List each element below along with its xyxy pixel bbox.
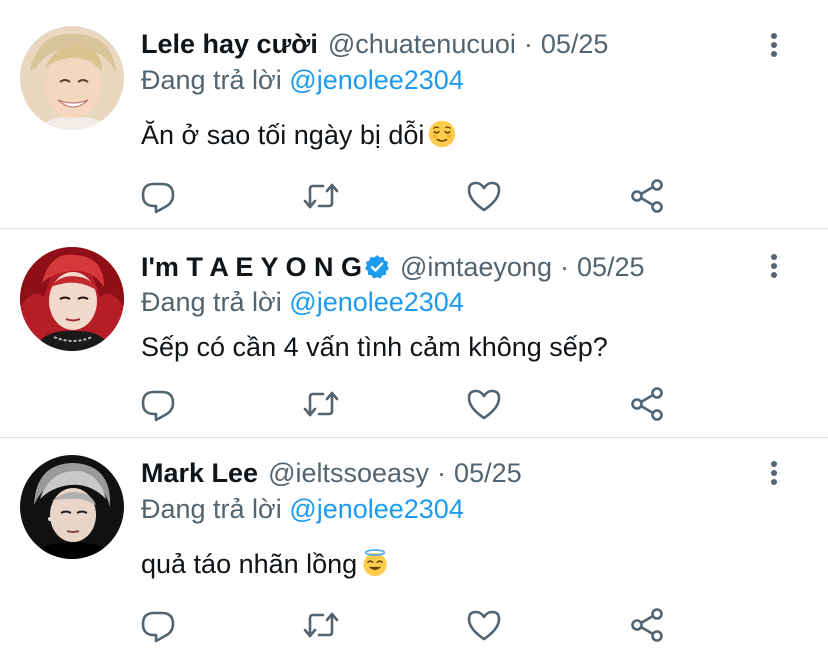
mention-link[interactable]: @jenolee2304	[289, 494, 464, 524]
action-bar	[0, 384, 828, 424]
share-button[interactable]	[627, 384, 667, 424]
retweet-button[interactable]	[301, 176, 341, 216]
replying-to-line: Đang trả lời @jenolee2304	[141, 63, 464, 97]
tweet-date[interactable]: 05/25	[454, 456, 522, 490]
share-icon	[631, 387, 663, 421]
tweet-text-content: Sếp có cần 4 vấn tình cảm không sếp?	[141, 332, 608, 362]
share-icon	[631, 179, 663, 213]
tweet-text: Ăn ở sao tối ngày bị dỗi	[141, 118, 456, 152]
avatar-photo-icon	[20, 247, 124, 351]
share-button[interactable]	[627, 605, 667, 645]
replying-prefix: Đang trả lời	[141, 65, 282, 95]
separator-dot: ·	[523, 29, 533, 59]
action-bar	[0, 605, 828, 645]
replying-prefix: Đang trả lời	[141, 287, 282, 317]
like-button[interactable]	[464, 605, 504, 645]
reply-button[interactable]	[138, 176, 178, 216]
separator-dot: ·	[437, 458, 447, 488]
like-icon	[467, 389, 501, 420]
divider	[0, 437, 828, 438]
tweet-text-content: Ăn ở sao tối ngày bị dỗi	[141, 120, 425, 150]
like-icon	[467, 181, 501, 212]
retweet-icon	[303, 183, 339, 209]
user-handle[interactable]: @chuatenucuoi	[328, 27, 516, 61]
avatar-photo-icon	[20, 26, 124, 130]
avatar[interactable]	[20, 247, 124, 351]
display-name[interactable]: Mark Lee	[141, 456, 258, 490]
tweet-text: quả táo nhãn lồng	[141, 547, 389, 581]
replying-to-line: Đang trả lời @jenolee2304	[141, 285, 464, 319]
divider	[0, 228, 828, 229]
avatar[interactable]	[20, 26, 124, 130]
avatar-photo-icon	[20, 455, 124, 559]
user-handle[interactable]: @imtaeyong	[400, 250, 552, 284]
retweet-icon	[303, 612, 339, 638]
action-bar	[0, 176, 828, 216]
reply-button[interactable]	[138, 384, 178, 424]
user-handle[interactable]: @ieltssoeasy	[268, 456, 429, 490]
more-options-button[interactable]	[764, 458, 784, 488]
avatar[interactable]	[20, 455, 124, 559]
mention-link[interactable]: @jenolee2304	[289, 287, 464, 317]
reply-button[interactable]	[138, 605, 178, 645]
tweet-text-content: quả táo nhãn lồng	[141, 549, 358, 579]
share-icon	[631, 608, 663, 642]
relieved-face-icon	[429, 120, 456, 148]
replying-to-line: Đang trả lời @jenolee2304	[141, 492, 464, 526]
share-button[interactable]	[627, 176, 667, 216]
display-name[interactable]: Lele hay cười	[141, 27, 318, 61]
like-button[interactable]	[464, 384, 504, 424]
separator-dot: ·	[559, 252, 569, 282]
tweet-date[interactable]: 05/25	[541, 27, 609, 61]
mention-link[interactable]: @jenolee2304	[289, 65, 464, 95]
retweet-button[interactable]	[301, 384, 341, 424]
more-options-button[interactable]	[764, 251, 784, 281]
reply-icon	[141, 182, 175, 214]
tweet-date[interactable]: 05/25	[577, 250, 645, 284]
like-icon	[467, 610, 501, 641]
display-name[interactable]: I'm T A E Y O N G	[141, 250, 362, 284]
more-options-button[interactable]	[764, 30, 784, 60]
retweet-button[interactable]	[301, 605, 341, 645]
retweet-icon	[303, 391, 339, 417]
like-button[interactable]	[464, 176, 504, 216]
verified-badge-icon	[365, 255, 389, 279]
tweet-text: Sếp có cần 4 vấn tình cảm không sếp?	[141, 330, 608, 364]
smiling-face-with-halo-icon	[363, 549, 387, 577]
replying-prefix: Đang trả lời	[141, 494, 282, 524]
reply-icon	[141, 611, 175, 643]
reply-icon	[141, 390, 175, 422]
